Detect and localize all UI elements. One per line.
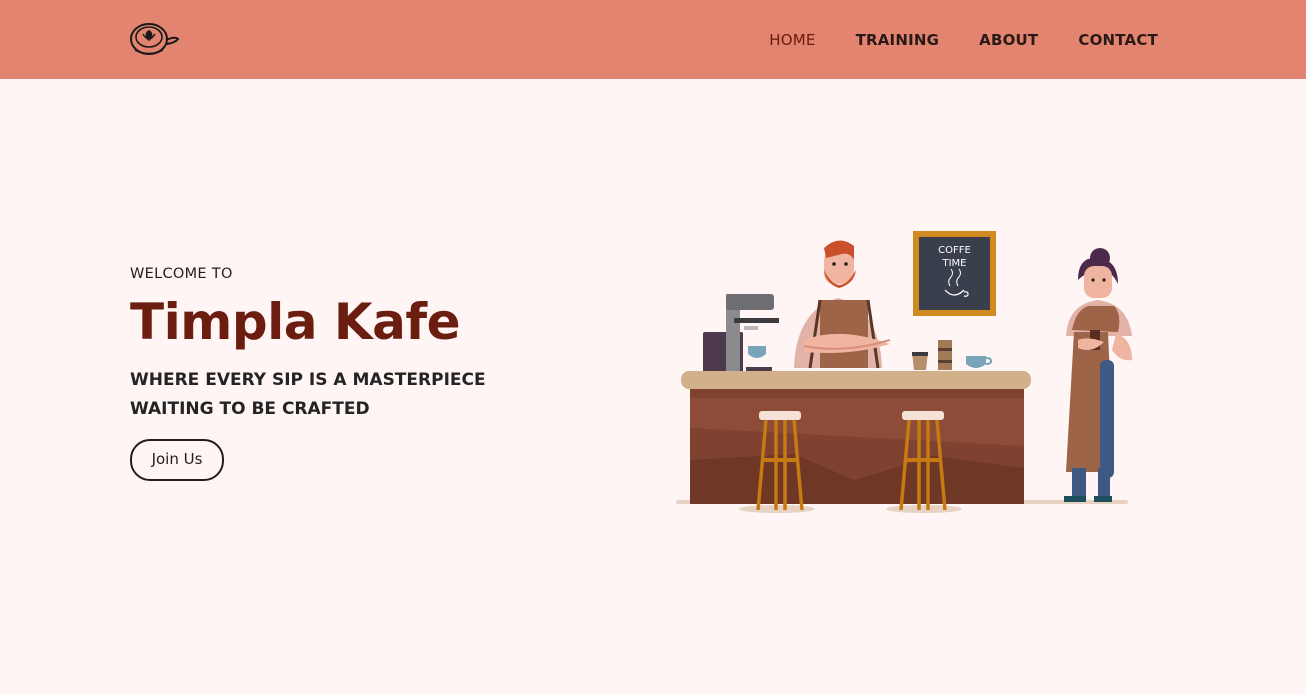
hero-section: WELCOME TO Timpla Kafe WHERE EVERY SIP I… [130,266,560,481]
sign-text-line-2: TIME [941,258,966,269]
join-us-button[interactable]: Join Us [130,439,224,481]
male-barista [794,240,891,369]
cafe-illustration: COFFE TIME [676,231,1132,513]
coffee-cup-logo-icon[interactable] [129,20,181,58]
sign-text-line-1: COFFE [938,245,971,256]
espresso-machine [703,294,779,372]
tagline-line-1: WHERE EVERY SIP IS A MASTERPIECE [130,370,486,390]
hero-title: Timpla Kafe [130,293,461,351]
nav-contact-link[interactable]: CONTACT [1078,31,1158,49]
nav-training-link[interactable]: TRAINING [856,31,940,49]
counter-top-cups [912,340,993,370]
main-nav: HOME TRAINING ABOUT CONTACT [769,0,1158,79]
welcome-label: WELCOME TO [130,266,233,282]
nav-about-link[interactable]: ABOUT [979,31,1038,49]
tagline-line-2: WAITING TO BE CRAFTED [130,399,370,419]
coffee-counter [681,371,1031,504]
hero-tagline: WHERE EVERY SIP IS A MASTERPIECE WAITING… [130,366,560,424]
nav-home-link[interactable]: HOME [769,31,815,49]
site-header: HOME TRAINING ABOUT CONTACT [0,0,1306,79]
coffee-time-sign: COFFE TIME [913,231,996,316]
female-barista [1064,248,1132,502]
